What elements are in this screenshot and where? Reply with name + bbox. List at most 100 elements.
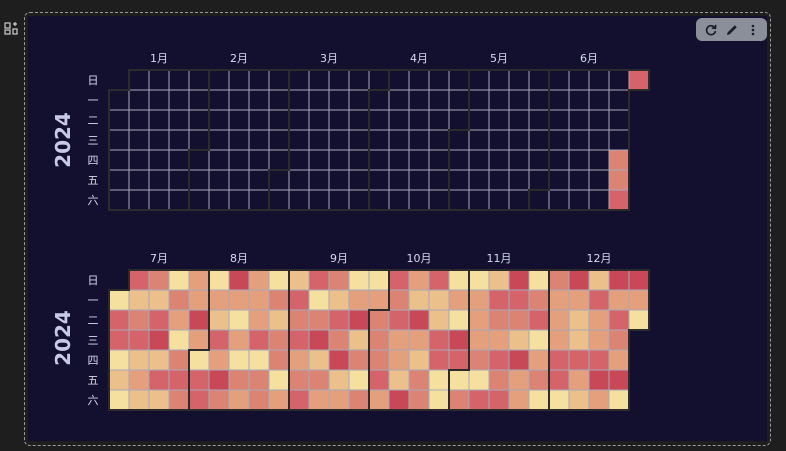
day-cell [148,189,170,211]
day-cell [308,309,330,331]
day-cell [128,109,150,131]
day-cell [148,89,170,111]
day-cell [568,69,590,91]
day-cell [268,89,290,111]
day-cell [588,349,610,371]
day-cell [328,349,350,371]
day-cell [368,309,390,331]
day-label: 三 [88,134,99,147]
day-cell [408,109,430,131]
day-cell [508,369,530,391]
day-cell [608,349,630,371]
day-cell [128,89,150,111]
day-cell [228,149,250,171]
day-cell [508,89,530,111]
day-cell [148,309,170,331]
day-cell [408,129,430,151]
day-cell [528,309,550,331]
day-cell [608,309,630,331]
day-cell [468,289,490,311]
day-cell [408,329,430,351]
day-cell [168,149,190,171]
day-cell [368,89,390,111]
day-cell [548,189,570,211]
day-cell [248,309,270,331]
day-cell [548,149,570,171]
day-cell [248,369,270,391]
day-cell [448,89,470,111]
day-cell [628,269,650,291]
day-cell [308,69,330,91]
day-cell [468,89,490,111]
day-cell [228,189,250,211]
day-cell [608,389,630,411]
day-cell [488,89,510,111]
day-cell [548,269,570,291]
day-label: 四 [88,154,99,167]
day-cell [188,329,210,351]
day-label: 六 [88,394,99,407]
day-cell [368,369,390,391]
day-cell [548,129,570,151]
day-cell [308,349,330,371]
day-cell [188,149,210,171]
day-cell [548,329,570,351]
day-cell [248,189,270,211]
day-cell [468,149,490,171]
day-cell [128,369,150,391]
day-cell [488,189,510,211]
day-cell [288,69,310,91]
day-cell [488,289,510,311]
day-cell [248,69,270,91]
day-label: 一 [88,294,99,307]
day-cell [268,69,290,91]
day-cell [308,129,330,151]
day-cell [168,389,190,411]
day-cell [608,149,630,171]
day-cell [488,349,510,371]
day-cell [208,349,230,371]
day-cell [348,329,370,351]
day-cell [288,189,310,211]
day-cell [628,69,650,91]
day-cell [408,349,430,371]
day-cell [128,309,150,331]
day-cell [348,129,370,151]
day-cell [408,269,430,291]
day-cell [568,169,590,191]
day-cell [408,169,430,191]
day-cell [168,169,190,191]
day-cell [408,309,430,331]
day-cell [488,329,510,351]
day-cell [368,269,390,291]
day-cell [368,169,390,191]
day-cell [388,109,410,131]
day-cell [108,89,130,111]
day-cell [308,149,330,171]
day-cell [468,309,490,331]
day-cell [568,309,590,331]
day-cell [448,389,470,411]
day-cell [508,69,530,91]
day-cell [408,89,430,111]
month-label: 10月 [407,252,432,265]
day-cell [168,129,190,151]
day-cell [248,129,270,151]
day-cell [188,69,210,91]
day-cell [188,389,210,411]
day-cell [108,129,130,151]
day-cell [228,129,250,151]
day-cell [288,129,310,151]
day-cell [208,149,230,171]
day-cell [128,269,150,291]
day-cell [148,169,170,191]
day-cell [308,89,330,111]
day-cell [208,269,230,291]
day-cell [168,69,190,91]
day-cell [448,169,470,191]
day-cell [308,289,330,311]
day-cell [528,109,550,131]
day-cell [428,309,450,331]
day-cell [168,109,190,131]
day-cell [188,349,210,371]
